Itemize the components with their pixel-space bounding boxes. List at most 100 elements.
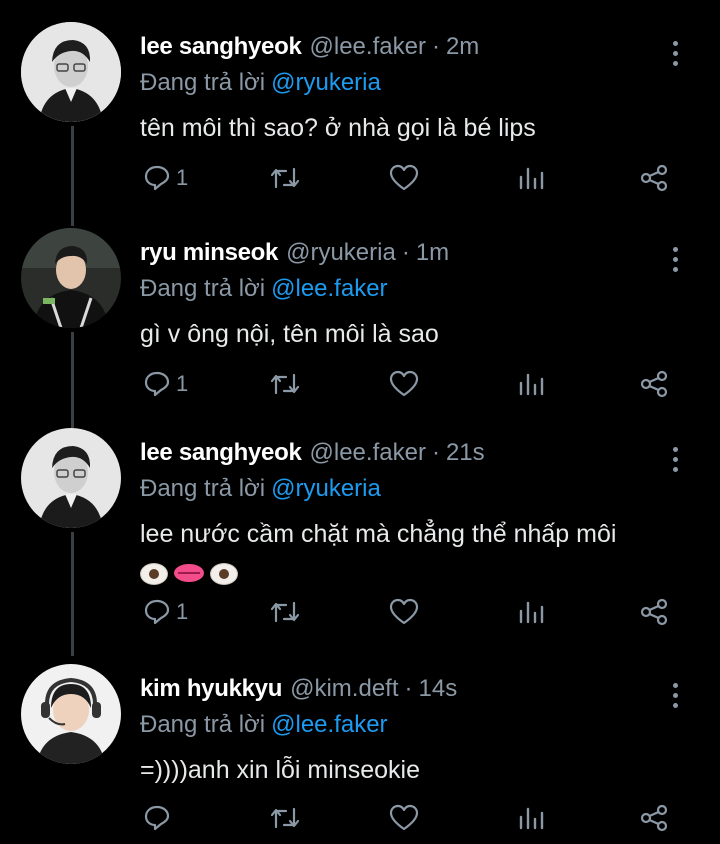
username[interactable]: @kim.deft	[290, 672, 398, 706]
username[interactable]: @ryukeria	[286, 236, 396, 270]
timestamp[interactable]: 21s	[446, 436, 485, 470]
timestamp[interactable]: 14s	[419, 672, 458, 706]
analytics-icon	[519, 167, 544, 190]
analytics-icon	[519, 373, 544, 396]
tweet[interactable]: ryu minseok @ryukeria · 1m Đang trả lời @…	[0, 228, 720, 418]
display-name[interactable]: kim hyukkyu	[140, 672, 282, 706]
views-button[interactable]	[516, 592, 546, 632]
separator-dot: ·	[431, 33, 440, 60]
share-icon	[640, 598, 668, 626]
reply-icon	[144, 165, 170, 191]
retweet-icon	[270, 601, 300, 623]
avatar[interactable]	[21, 22, 121, 122]
mention-link[interactable]: @lee.faker	[271, 711, 387, 738]
username[interactable]: @lee.faker	[310, 436, 426, 470]
reply-icon	[144, 371, 170, 397]
like-button[interactable]	[388, 592, 420, 632]
replying-to-label: Đang trả lời	[140, 711, 266, 738]
heart-icon	[389, 598, 419, 625]
username[interactable]: @lee.faker	[310, 30, 426, 64]
display-name[interactable]: ryu minseok	[140, 236, 278, 270]
tweet-header: lee sanghyeok @lee.faker · 21s	[140, 436, 485, 470]
reply-count: 1	[176, 371, 189, 396]
share-icon	[640, 370, 668, 398]
more-vertical-icon[interactable]	[660, 36, 690, 70]
reply-button[interactable]: 1	[142, 364, 188, 404]
more-vertical-icon[interactable]	[660, 442, 690, 476]
replying-to-label: Đang trả lời	[140, 275, 266, 302]
replying-to: Đang trả lời @ryukeria	[140, 66, 381, 100]
timestamp[interactable]: 2m	[446, 30, 479, 64]
separator-dot: ·	[431, 439, 440, 466]
retweet-button[interactable]	[268, 364, 302, 404]
tweet-text: gì v ông nội, tên môi là sao	[140, 320, 439, 348]
avatar[interactable]	[21, 664, 121, 764]
replying-to: Đang trả lời @ryukeria	[140, 472, 381, 506]
separator-dot: ·	[404, 675, 413, 702]
reply-button[interactable]: 1	[142, 158, 188, 198]
separator-dot: ·	[401, 239, 410, 266]
analytics-icon	[519, 807, 544, 830]
retweet-button[interactable]	[268, 158, 302, 198]
reply-count: 1	[176, 165, 189, 190]
eye-emoji	[140, 563, 168, 586]
replying-to: Đang trả lời @lee.faker	[140, 272, 388, 306]
heart-icon	[389, 804, 419, 831]
tweet-text: tên môi thì sao? ở nhà gọi là bé lips	[140, 114, 536, 142]
eye-emoji	[210, 563, 238, 586]
reply-icon	[144, 805, 170, 831]
views-button[interactable]	[516, 158, 546, 198]
like-button[interactable]	[388, 158, 420, 198]
tweet-header: lee sanghyeok @lee.faker · 2m	[140, 30, 479, 64]
retweet-icon	[270, 373, 300, 395]
replying-to-label: Đang trả lời	[140, 475, 266, 502]
emoji-eye-lips-eye	[140, 563, 238, 586]
avatar[interactable]	[21, 228, 121, 328]
mention-link[interactable]: @ryukeria	[271, 69, 381, 96]
share-icon	[640, 804, 668, 832]
tweet-actions: 1	[0, 364, 720, 404]
timestamp[interactable]: 1m	[416, 236, 449, 270]
share-icon	[640, 164, 668, 192]
heart-icon	[389, 164, 419, 191]
retweet-icon	[270, 167, 300, 189]
reply-button[interactable]: 1	[142, 592, 188, 632]
tweet-actions	[0, 798, 720, 838]
tweet[interactable]: lee sanghyeok @lee.faker · 2m Đang trả l…	[0, 22, 720, 212]
views-button[interactable]	[516, 364, 546, 404]
more-vertical-icon[interactable]	[660, 678, 690, 712]
lips-emoji	[174, 564, 204, 583]
retweet-button[interactable]	[268, 592, 302, 632]
replying-to: Đang trả lời @lee.faker	[140, 708, 388, 742]
mention-link[interactable]: @ryukeria	[271, 475, 381, 502]
tweet-text: =))))anh xin lỗi minseokie	[140, 756, 420, 784]
tweet-text-line: lee nước cầm chặt mà chẳng thể nhấp môi	[140, 520, 617, 548]
reply-count: 1	[176, 599, 189, 624]
tweet[interactable]: kim hyukkyu @kim.deft · 14s Đang trả lời…	[0, 664, 720, 844]
reply-button[interactable]	[142, 798, 176, 838]
like-button[interactable]	[388, 364, 420, 404]
mention-link[interactable]: @lee.faker	[271, 275, 387, 302]
views-button[interactable]	[516, 798, 546, 838]
share-button[interactable]	[638, 592, 670, 632]
display-name[interactable]: lee sanghyeok	[140, 436, 302, 470]
tweet-actions: 1	[0, 592, 720, 632]
tweet-header: kim hyukkyu @kim.deft · 14s	[140, 672, 457, 706]
heart-icon	[389, 370, 419, 397]
share-button[interactable]	[638, 798, 670, 838]
avatar[interactable]	[21, 428, 121, 528]
retweet-button[interactable]	[268, 798, 302, 838]
reply-icon	[144, 599, 170, 625]
more-vertical-icon[interactable]	[660, 242, 690, 276]
like-button[interactable]	[388, 798, 420, 838]
tweet[interactable]: lee sanghyeok @lee.faker · 21s Đang trả …	[0, 428, 720, 638]
share-button[interactable]	[638, 158, 670, 198]
retweet-icon	[270, 807, 300, 829]
analytics-icon	[519, 601, 544, 624]
share-button[interactable]	[638, 364, 670, 404]
tweet-actions: 1	[0, 158, 720, 198]
replying-to-label: Đang trả lời	[140, 69, 266, 96]
display-name[interactable]: lee sanghyeok	[140, 30, 302, 64]
tweet-header: ryu minseok @ryukeria · 1m	[140, 236, 449, 270]
tweet-text: lee nước cầm chặt mà chẳng thể nhấp môi	[140, 516, 700, 588]
